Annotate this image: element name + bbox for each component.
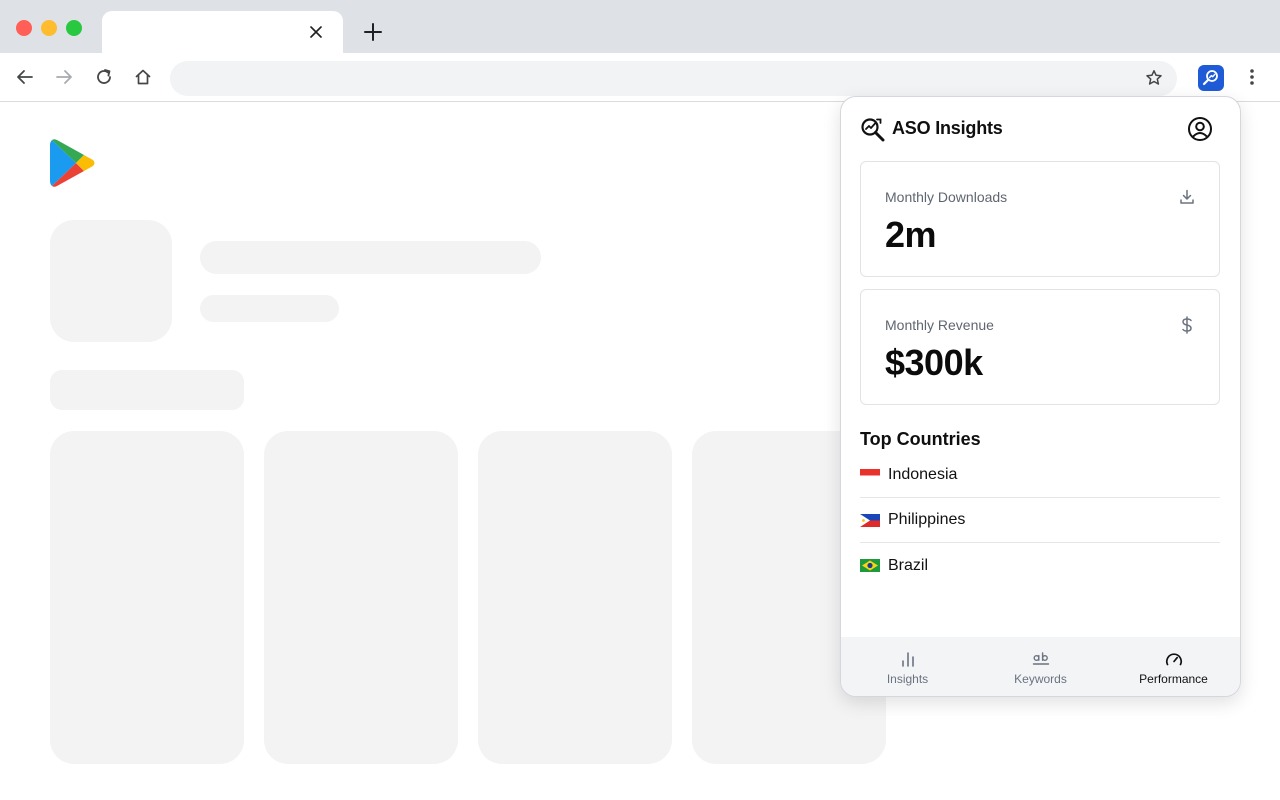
stat-value: $300k	[885, 342, 983, 383]
stat-label: Monthly Downloads	[885, 189, 1008, 205]
indonesia-flag-icon	[860, 468, 880, 482]
top-countries-title: Top Countries	[860, 429, 981, 449]
monthly-downloads-card: Monthly Downloads 2m	[860, 161, 1220, 277]
nav-label: Keywords	[1014, 671, 1067, 686]
screenshot-placeholder	[478, 431, 672, 764]
google-play-logo-icon	[50, 138, 96, 188]
popup-title: ASO Insights	[892, 118, 1003, 138]
gauge-icon	[1165, 650, 1183, 668]
arrow-left-icon[interactable]	[13, 65, 37, 89]
list-item[interactable]: Brazil	[860, 543, 1220, 588]
stat-value: 2m	[885, 214, 937, 255]
top-countries-list: Indonesia Philippines Brazil	[860, 453, 1220, 588]
popup-header: ASO Insights	[841, 97, 1240, 161]
screenshot-placeholder	[50, 431, 244, 764]
download-icon	[1177, 187, 1197, 207]
country-name: Philippines	[888, 511, 966, 528]
stat-label: Monthly Revenue	[885, 317, 994, 333]
app-icon-placeholder	[50, 220, 172, 342]
install-button-placeholder	[50, 370, 244, 410]
list-item[interactable]: Philippines	[860, 498, 1220, 543]
brazil-flag-icon	[860, 559, 880, 572]
bottom-navigation: Insights Keywords Performance	[841, 637, 1240, 696]
dollar-icon	[1177, 315, 1197, 335]
window-zoom-button[interactable]	[66, 20, 82, 36]
country-name: Indonesia	[888, 466, 958, 483]
search-chart-icon	[860, 117, 886, 143]
tab-strip	[0, 0, 1280, 53]
app-title-placeholder	[200, 241, 541, 274]
bar-chart-icon	[899, 650, 917, 668]
star-icon[interactable]	[1144, 68, 1164, 88]
monthly-revenue-card: Monthly Revenue $300k	[860, 289, 1220, 405]
philippines-flag-icon	[860, 513, 880, 527]
arrow-right-icon[interactable]	[52, 65, 76, 89]
screenshot-placeholder	[264, 431, 458, 764]
account-circle-icon[interactable]	[1187, 116, 1213, 142]
nav-label: Insights	[886, 671, 929, 686]
nav-tab-keywords[interactable]: Keywords	[974, 637, 1107, 696]
plus-icon[interactable]	[361, 20, 385, 44]
close-icon[interactable]	[307, 23, 325, 41]
address-bar-input[interactable]	[170, 61, 1177, 96]
reload-icon[interactable]	[92, 65, 116, 89]
aso-extension-icon[interactable]	[1198, 65, 1224, 91]
list-item[interactable]: Indonesia	[860, 453, 1220, 498]
nav-label: Performance	[1139, 671, 1208, 686]
nav-tab-performance[interactable]: Performance	[1107, 637, 1240, 696]
window-minimize-button[interactable]	[41, 20, 57, 36]
keywords-icon	[1032, 650, 1050, 668]
kebab-menu-icon[interactable]	[1240, 65, 1264, 89]
app-subtitle-placeholder	[200, 295, 339, 322]
window-close-button[interactable]	[16, 20, 32, 36]
aso-insights-popup: ASO Insights Monthly Downloads 2m Monthl…	[840, 96, 1241, 697]
nav-tab-insights[interactable]: Insights	[841, 637, 974, 696]
browser-toolbar	[0, 53, 1280, 102]
country-name: Brazil	[888, 556, 929, 574]
home-icon[interactable]	[131, 65, 155, 89]
